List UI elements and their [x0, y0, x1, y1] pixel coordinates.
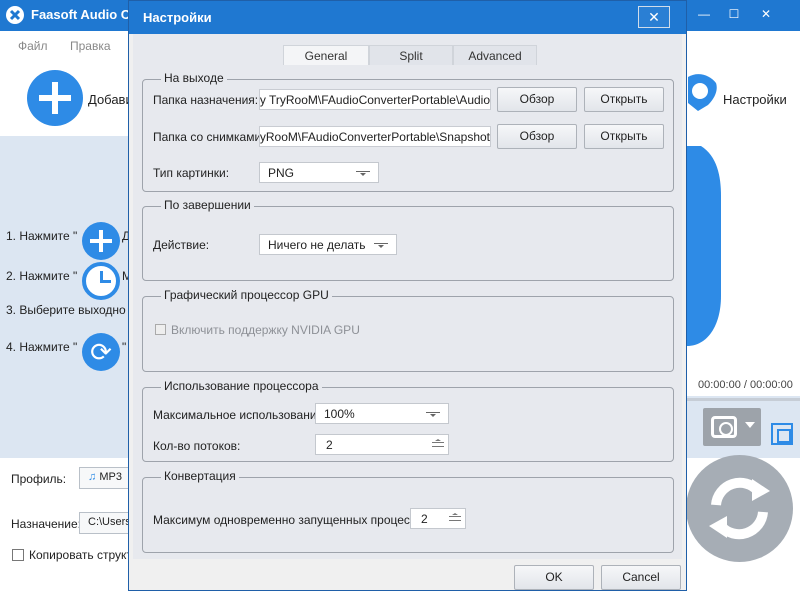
step-4-text: 4. Нажмите " — [6, 340, 78, 354]
chevron-down-icon — [374, 243, 388, 249]
step-1-text: 1. Нажмите " — [6, 229, 78, 243]
settings-label[interactable]: Настройки — [723, 92, 787, 107]
destination-folder-input[interactable]: C:\Users\me\Downloads\FAudioConverterPor… — [259, 89, 491, 110]
stepper-arrows-icon[interactable] — [449, 513, 461, 524]
on-finish-group-title: По завершении — [161, 198, 254, 212]
seek-bar[interactable] — [687, 398, 800, 401]
close-button[interactable]: ✕ — [752, 3, 780, 25]
convert-button[interactable] — [686, 455, 793, 562]
action-label: Действие: — [153, 238, 210, 252]
open-snapshot-button[interactable]: Открыть — [584, 124, 664, 149]
enable-nvidia-gpu-label: Включить поддержку NVIDIA GPU — [171, 323, 360, 337]
dialog-body: General Split Advanced На выходе Папка н… — [133, 34, 682, 559]
gpu-group-title: Графический процессор GPU — [161, 288, 332, 302]
destination-label: Назначение: — [11, 517, 82, 531]
cpu-group-title: Использование процессора — [161, 379, 322, 393]
dialog-close-button[interactable]: ✕ — [638, 6, 670, 28]
image-type-value: PNG — [268, 166, 295, 180]
add-file-small-icon — [82, 222, 120, 260]
app-logo-icon — [6, 6, 24, 24]
gpu-group: Графический процессор GPU Включить подде… — [142, 288, 674, 372]
conversion-group-title: Конвертация — [161, 469, 239, 483]
music-note-icon — [687, 146, 721, 346]
maximize-button[interactable]: ☐ — [720, 3, 748, 25]
cpu-group: Использование процессора Максимальное ис… — [142, 379, 674, 462]
step-4-trail: " — [122, 340, 127, 354]
playback-time: 00:00:00 / 00:00:00 — [698, 379, 793, 391]
convert-icon — [709, 477, 770, 540]
max-processes-label: Максимум одновременно запущенных процесс… — [153, 513, 433, 527]
max-usage-select[interactable]: 100% — [315, 403, 449, 424]
fullscreen-icon[interactable] — [771, 423, 793, 445]
image-type-label: Тип картинки: — [153, 166, 230, 180]
tab-split[interactable]: Split — [369, 45, 453, 65]
copy-structure-label: Копировать структ — [29, 548, 132, 562]
copy-structure-checkbox[interactable] — [12, 549, 24, 561]
add-file-icon[interactable] — [27, 70, 83, 126]
max-usage-value: 100% — [324, 407, 355, 421]
output-group: На выходе Папка назначения: C:\Users\me\… — [142, 71, 674, 192]
threads-label: Кол-во потоков: — [153, 439, 241, 453]
destination-folder-label: Папка назначения: — [153, 93, 259, 107]
max-processes-stepper[interactable]: 2 — [410, 508, 466, 529]
menu-edit[interactable]: Правка — [70, 39, 111, 53]
browse-destination-button[interactable]: Обзор — [497, 87, 577, 112]
close-icon: ✕ — [648, 9, 660, 25]
convert-small-icon: ⟳ — [82, 333, 120, 371]
snapshot-folder-label: Папка со снимками: — [153, 130, 265, 144]
minimize-button[interactable]: — — [690, 3, 718, 25]
action-value: Ничего не делать — [268, 238, 366, 252]
destination-field[interactable]: C:\Users — [79, 512, 129, 534]
dialog-title: Настройки — [143, 10, 212, 25]
conversion-group: Конвертация Максимум одновременно запуще… — [142, 469, 674, 553]
enable-nvidia-gpu-checkbox[interactable] — [155, 324, 166, 335]
destination-value: C:\Users — [88, 516, 129, 528]
image-type-select[interactable]: PNG — [259, 162, 379, 183]
chevron-down-icon — [356, 171, 370, 177]
destination-folder-value: C:\Users\me\Downloads\FAudioConverterPor… — [259, 93, 490, 107]
camera-icon — [711, 416, 737, 438]
profile-label: Профиль: — [11, 472, 67, 486]
action-select[interactable]: Ничего не делать — [259, 234, 397, 255]
browse-snapshot-button[interactable]: Обзор — [497, 124, 577, 149]
max-usage-label: Максимальное использование: — [153, 408, 327, 422]
settings-heart-icon[interactable] — [688, 69, 718, 113]
clock-icon — [82, 262, 120, 300]
settings-dialog: Настройки ✕ General Split Advanced На вы… — [128, 0, 687, 591]
cancel-button[interactable]: Cancel — [601, 565, 681, 590]
tab-bar: General Split Advanced — [283, 45, 537, 65]
tab-advanced[interactable]: Advanced — [453, 45, 537, 65]
on-finish-group: По завершении Действие: Ничего не делать — [142, 198, 674, 281]
main-window-title: Faasoft Audio C — [31, 7, 131, 22]
menu-file[interactable]: Файл — [18, 39, 48, 53]
snapshot-folder-value: C:\Users\me\Downloads\FAudioConverterPor… — [259, 130, 490, 144]
snapshot-folder-input[interactable]: C:\Users\me\Downloads\FAudioConverterPor… — [259, 126, 491, 147]
add-file-label[interactable]: Добави — [88, 92, 133, 107]
threads-stepper[interactable]: 2 — [315, 434, 449, 455]
chevron-down-icon[interactable] — [745, 422, 755, 428]
snapshot-button[interactable] — [703, 408, 761, 446]
dialog-titlebar: Настройки ✕ — [129, 1, 686, 34]
chevron-down-icon — [426, 412, 440, 418]
ok-button[interactable]: OK — [514, 565, 594, 590]
step-2-text: 2. Нажмите " — [6, 269, 78, 283]
threads-value: 2 — [326, 438, 333, 452]
max-processes-value: 2 — [421, 512, 428, 526]
profile-value: MP3 — [99, 471, 122, 483]
preview-area — [687, 136, 800, 396]
stepper-arrows-icon[interactable] — [432, 439, 444, 450]
output-group-title: На выходе — [161, 71, 227, 85]
open-destination-button[interactable]: Открыть — [584, 87, 664, 112]
step-3-text: 3. Выберите выходно — [6, 303, 126, 317]
profile-select[interactable]: ♫ MP3 — [79, 467, 129, 489]
tab-general[interactable]: General — [283, 45, 369, 65]
